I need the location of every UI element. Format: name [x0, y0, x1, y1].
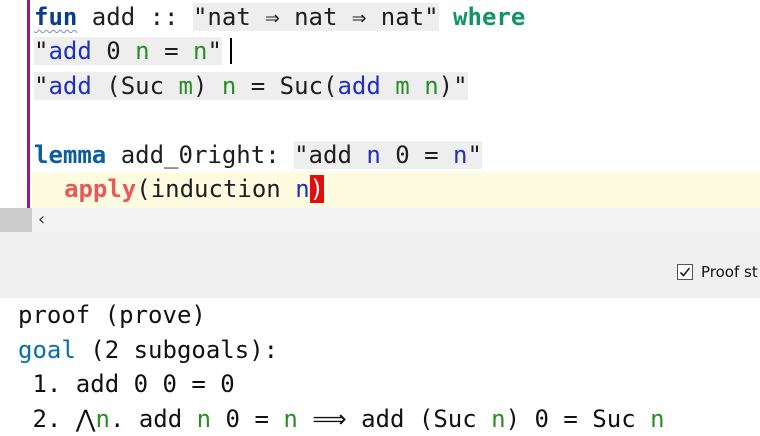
scroll-left-arrow-icon[interactable]: ‹ [38, 208, 45, 232]
lemma-name: add_0right: [106, 141, 295, 169]
induction-var: n [295, 175, 310, 203]
proof-state-checkbox[interactable] [677, 264, 693, 280]
lemma-statement: "add n 0 = n" [294, 141, 482, 169]
paren-open: ( [136, 175, 151, 203]
editor-line-6[interactable]: apply(induction n) [64, 172, 325, 206]
keyword-fun: fun [34, 3, 78, 31]
fun-name: add :: [77, 3, 193, 31]
subgoal-2: 2. ⋀n. add n 0 = n ⟹ add (Suc n) 0 = Suc… [18, 405, 665, 433]
editor-line-5[interactable]: lemma add_0right: "add n 0 = n" [34, 138, 482, 172]
keyword-where: where [453, 3, 526, 31]
scrollbar-corner [0, 208, 32, 232]
type-string: "nat ⇒ nat ⇒ nat" [192, 3, 439, 31]
horizontal-scrollbar[interactable] [0, 208, 760, 232]
checkmark-icon [679, 267, 691, 277]
proof-state-label[interactable]: Proof st [701, 262, 758, 282]
output-toolbar [0, 232, 760, 298]
method-body: induction [150, 175, 296, 203]
output-panel: proof (prove) goal (2 subgoals): 1. add … [0, 298, 760, 436]
subgoal-1: 1. add 0 0 = 0 [18, 370, 235, 398]
equation-1: "add 0 n = n" [34, 37, 222, 65]
goal-keyword: goal [18, 336, 76, 364]
keyword-lemma: lemma [34, 141, 107, 169]
editor-line-2[interactable]: "add 0 n = n" [34, 34, 232, 68]
editor-line-1[interactable]: fun add :: "nat ⇒ nat ⇒ nat" where [34, 0, 525, 34]
editor-line-3[interactable]: "add (Suc m) n = Suc(add m n)" [34, 69, 468, 103]
matched-paren: ) [309, 175, 325, 203]
equation-2: "add (Suc m) n = Suc(add m n)" [34, 72, 468, 100]
output-line-1: proof (prove) [18, 301, 206, 329]
output-line-2: goal (2 subgoals): [18, 336, 279, 364]
keyword-apply: apply [64, 175, 137, 203]
theory-editor[interactable]: fun add :: "nat ⇒ nat ⇒ nat" where "add … [0, 0, 760, 208]
text-caret [229, 38, 232, 64]
